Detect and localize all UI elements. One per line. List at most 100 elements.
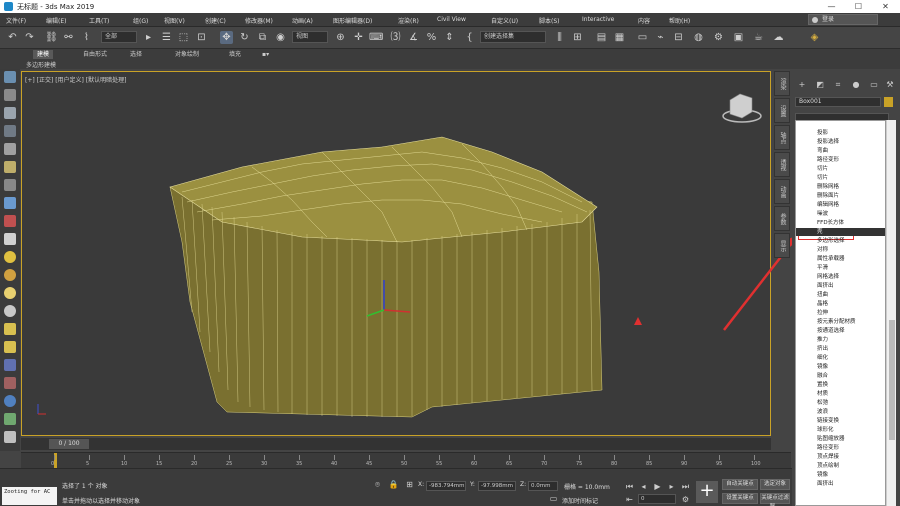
modifier-list-item[interactable]: 按元素分配材质 [796, 318, 885, 326]
create-geometry-icon[interactable] [4, 89, 16, 101]
rectangular-selection-icon[interactable]: ⬚ [177, 31, 190, 44]
modifier-list-item[interactable]: 网格选择 [796, 273, 885, 281]
system-icon[interactable] [4, 233, 16, 245]
menu-create[interactable]: 创建(C) [205, 16, 226, 25]
star-icon[interactable] [4, 323, 16, 335]
absolute-mode-icon[interactable]: ⊞ [404, 479, 415, 490]
render-production-icon[interactable]: ☕ [752, 31, 765, 44]
render-setup-icon[interactable]: ⚙ [712, 31, 725, 44]
modifier-list-item[interactable]: 球形化 [796, 426, 885, 434]
motion-tab-icon[interactable]: ● [849, 79, 863, 91]
particle-icon[interactable] [4, 413, 16, 425]
next-frame-icon[interactable]: ▸ [666, 481, 677, 492]
go-to-end-icon[interactable]: ⏭ [680, 481, 691, 492]
sphere-icon[interactable] [4, 305, 16, 317]
tab-object-paint[interactable]: 对象绘制 [171, 50, 203, 59]
time-tag-icon[interactable]: ▭ [548, 493, 559, 504]
globe-icon[interactable] [4, 395, 16, 407]
gear-icon[interactable] [4, 341, 16, 353]
pivot-center-icon[interactable]: ⊕ [334, 31, 347, 44]
modifier-list-item[interactable]: 平滑 [796, 264, 885, 272]
modifier-list-scrollbar[interactable] [886, 120, 896, 506]
ribbon-options-icon[interactable]: ▪▾ [258, 50, 273, 59]
edit-named-selection-icon[interactable]: { [463, 31, 476, 44]
menu-edit[interactable]: 编辑(E) [46, 16, 66, 25]
modifier-list-item[interactable]: 镜像 [796, 471, 885, 479]
angle-snap-icon[interactable]: ∡ [407, 31, 420, 44]
modifier-list-item[interactable]: 投影 [796, 129, 885, 137]
layer-icon[interactable] [4, 143, 16, 155]
modifier-list-item[interactable]: 扭曲 [796, 291, 885, 299]
modify-tab-icon[interactable]: ◩ [813, 79, 827, 91]
strip-display[interactable]: 显示 [774, 233, 790, 258]
freeze-icon[interactable] [4, 431, 16, 443]
tab-selection[interactable]: 选择 [126, 50, 146, 59]
render-in-cloud-icon[interactable]: ☁ [772, 31, 785, 44]
modifier-list-item[interactable]: 顶点焊接 [796, 453, 885, 461]
modifier-list-item[interactable]: 贴图缩放器 [796, 435, 885, 443]
z-coordinate-field[interactable]: 0.0mm [528, 481, 558, 491]
spinner-snap-icon[interactable]: ⇕ [443, 31, 456, 44]
reference-coordinate-dropdown[interactable]: 视图 [292, 31, 328, 43]
selection-lock-icon[interactable]: 🔒 [388, 479, 399, 490]
track-bar[interactable]: 0 5 10 15 20 25 30 35 40 45 50 55 60 65 70 75 80 85 90 95 10… [21, 452, 791, 469]
modifier-list-item[interactable]: 删除网格 [796, 183, 885, 191]
display-tab-icon[interactable]: ▭ [867, 79, 881, 91]
modifier-list-item[interactable]: 路径变形 [796, 156, 885, 164]
menu-scripting[interactable]: 脚本(S) [539, 16, 560, 25]
light-icon[interactable] [4, 161, 16, 173]
select-rotate-icon[interactable]: ↻ [238, 31, 251, 44]
strip-parameters[interactable]: 参数 [774, 206, 790, 231]
time-config-icon[interactable]: ⚙ [680, 494, 691, 505]
modifier-list-item[interactable]: 路径变形 [796, 444, 885, 452]
unlink-icon[interactable]: ⚯ [62, 31, 75, 44]
maximize-button[interactable]: ☐ [845, 0, 872, 13]
set-key-icon[interactable]: + [696, 481, 718, 503]
bulb-icon[interactable] [4, 287, 16, 299]
play-icon[interactable]: ▶ [652, 481, 663, 492]
utilities-tab-icon[interactable]: ⚒ [883, 79, 897, 91]
modifier-list-item[interactable]: 波浪 [796, 408, 885, 416]
modifier-list-item[interactable]: 置换 [796, 381, 885, 389]
select-manipulate-icon[interactable]: ✛ [352, 31, 365, 44]
modifier-list-item[interactable]: 细化 [796, 354, 885, 362]
modifier-list-item[interactable]: 融合 [796, 372, 885, 380]
add-time-tag-button[interactable]: 添加时间标记 [562, 496, 598, 505]
go-to-start-icon[interactable]: ⏮ [624, 481, 635, 492]
modifier-list-item[interactable]: 属性承载器 [796, 255, 885, 263]
modifier-list-item[interactable]: 面挤出 [796, 480, 885, 488]
undo-icon[interactable]: ↶ [6, 31, 19, 44]
autodesk-a360-icon[interactable]: ◈ [808, 31, 821, 44]
toggle-ribbon-icon[interactable]: ▭ [636, 31, 649, 44]
key-filters-button[interactable]: 关键点过滤器... [760, 493, 790, 506]
strip-render[interactable]: 渲染 [774, 71, 790, 96]
mirror-icon[interactable]: ⫼ [553, 31, 566, 44]
menu-interactive[interactable]: Interactive [582, 16, 614, 23]
strip-animation[interactable]: 动画 [774, 179, 790, 204]
time-slider[interactable]: 0 / 100 [21, 438, 771, 450]
modifier-list-item[interactable]: FFD长方体 [796, 219, 885, 227]
modifier-list-item[interactable]: 多边形选择 [796, 237, 885, 245]
selected-object-dropdown[interactable]: 选定对象 [760, 479, 790, 490]
modifier-list-item[interactable]: 面挤出 [796, 282, 885, 290]
maxscript-listener[interactable]: Zooting for AC [2, 487, 57, 505]
schematic-view-icon[interactable]: ⊟ [672, 31, 685, 44]
menu-tools[interactable]: 工具(T) [89, 16, 109, 25]
strip-pivot[interactable]: 轴点 [774, 125, 790, 150]
scene-explorer-icon[interactable] [4, 71, 16, 83]
menu-civil-view[interactable]: Civil View [437, 16, 466, 23]
previous-frame-icon[interactable]: ◂ [638, 481, 649, 492]
key-mode-icon[interactable]: ⇤ [624, 494, 635, 505]
modifier-list-item[interactable]: 链接变换 [796, 417, 885, 425]
tab-modeling[interactable]: 建模 [33, 50, 54, 59]
align-icon[interactable]: ⊞ [571, 31, 584, 44]
bone-icon[interactable] [4, 377, 16, 389]
x-coordinate-field[interactable]: -983.794mm [426, 481, 466, 491]
percent-snap-icon[interactable]: % [425, 31, 438, 44]
auto-key-button[interactable]: 自动关键点 [722, 479, 758, 490]
modifier-list-item[interactable]: 删除面片 [796, 192, 885, 200]
modifier-list-item[interactable]: 镜像 [796, 363, 885, 371]
view-cube[interactable] [722, 93, 762, 123]
window-crossing-icon[interactable]: ⊡ [195, 31, 208, 44]
shape-icon[interactable] [4, 251, 16, 263]
